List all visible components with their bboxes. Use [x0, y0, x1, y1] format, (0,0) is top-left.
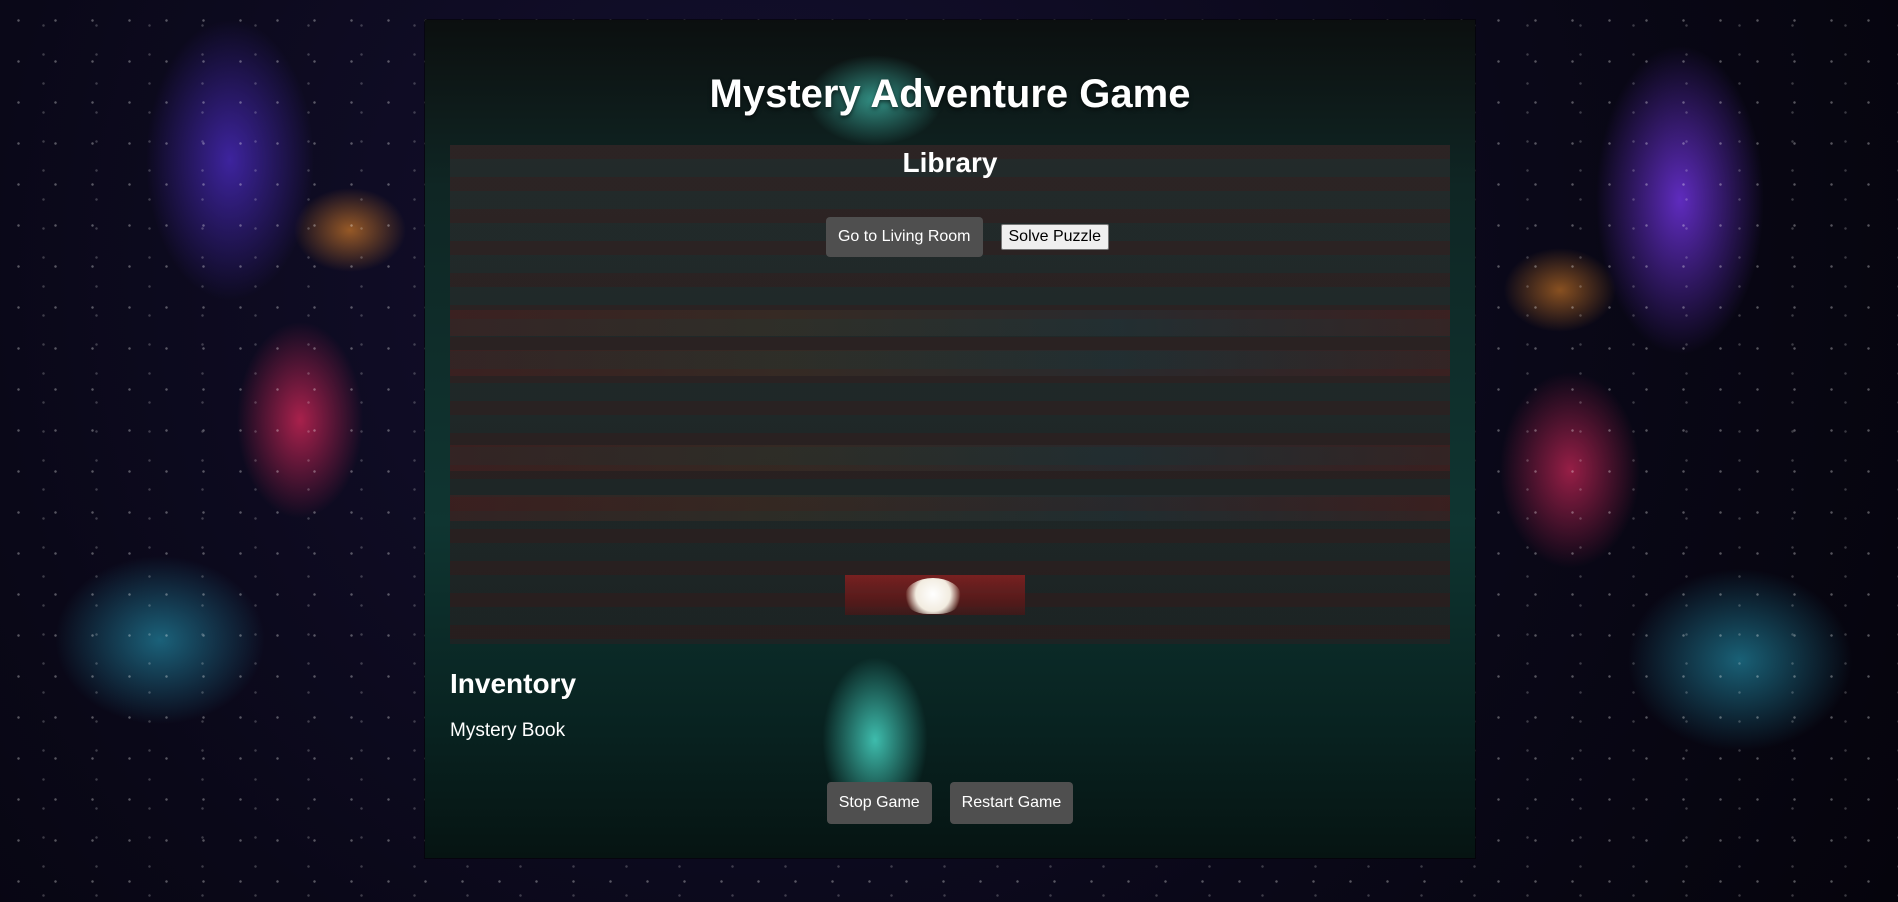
game-container: Mystery Adventure Game Library Go to Liv… [425, 20, 1475, 858]
game-controls: Stop Game Restart Game [425, 782, 1475, 824]
inventory-heading: Inventory [450, 668, 577, 699]
restart-game-button[interactable]: Restart Game [949, 782, 1074, 824]
solve-puzzle-button[interactable]: Solve Puzzle [1000, 224, 1109, 250]
inventory-section: Inventory Mystery Book [450, 668, 576, 742]
go-living-room-button[interactable]: Go to Living Room [825, 217, 983, 257]
bookshelf-row [450, 310, 1450, 336]
bookshelf-row [450, 495, 1450, 521]
bookshelf-row [450, 350, 1450, 376]
bookshelf-row [450, 445, 1450, 471]
stop-game-button[interactable]: Stop Game [826, 782, 932, 824]
game-title: Mystery Adventure Game [709, 72, 1191, 116]
lamp-light [905, 578, 961, 614]
inventory-item: Mystery Book [450, 720, 566, 741]
room-actions: Go to Living Room Solve Puzzle [450, 217, 1450, 257]
room-panel: Library Go to Living Room Solve Puzzle [450, 145, 1450, 644]
room-title: Library [902, 147, 998, 178]
